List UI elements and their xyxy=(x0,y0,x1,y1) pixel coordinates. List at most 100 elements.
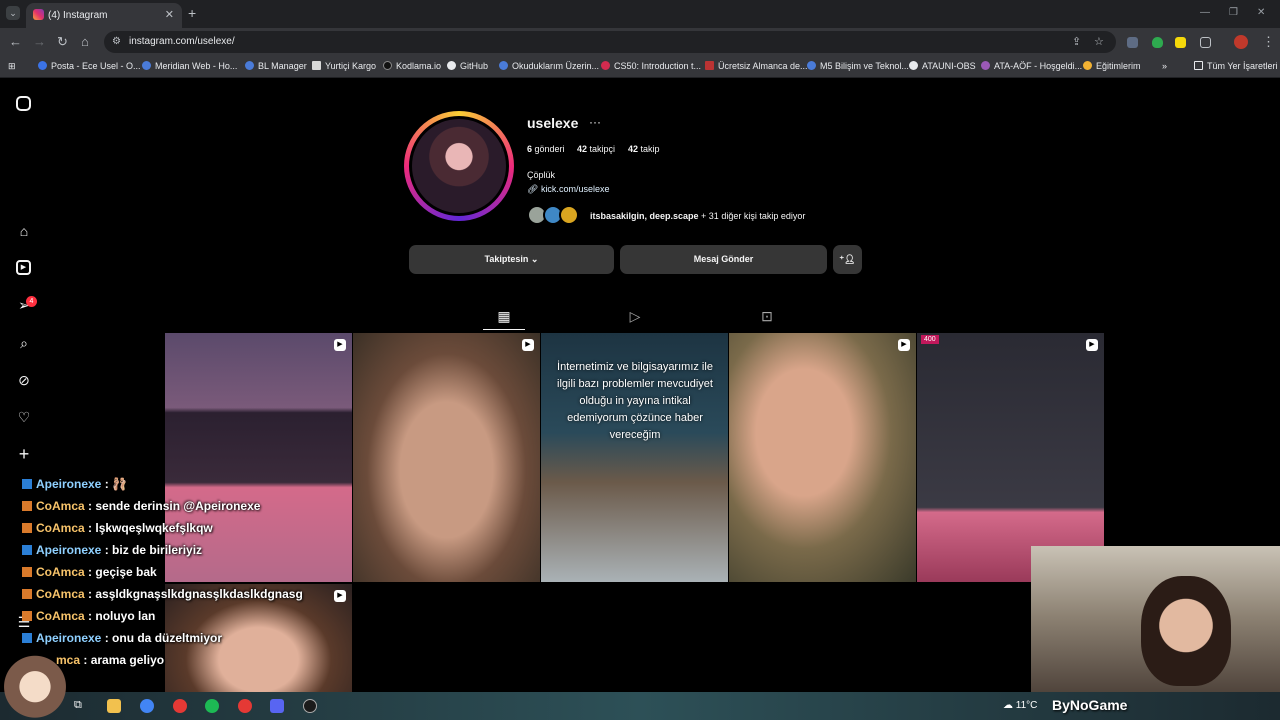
profile-avatar-icon[interactable] xyxy=(1234,35,1248,49)
bookmark-item[interactable]: CS50: Introduction t... xyxy=(601,61,701,71)
follower-avatar xyxy=(559,205,579,225)
chat-message: CoAmca : geçişe bak xyxy=(22,565,157,579)
instagram-logo-icon[interactable] xyxy=(16,96,31,111)
chrome-icon[interactable] xyxy=(140,699,154,713)
post-thumbnail[interactable]: İnternetimiz ve bilgisayarımız ile ilgil… xyxy=(541,333,728,582)
bookmark-item[interactable]: Meridian Web - Ho... xyxy=(142,61,237,71)
tagged-tab-icon[interactable]: ⊡ xyxy=(759,308,775,324)
bookmark-favicon-icon xyxy=(1083,61,1092,70)
all-bookmarks-folder[interactable]: Tüm Yer İşaretleri xyxy=(1194,61,1278,71)
adblock-shield-icon[interactable] xyxy=(1152,37,1163,48)
weather-widget[interactable]: ☁ 11°C xyxy=(1003,700,1037,711)
tab-search-icon[interactable]: ⌄ xyxy=(6,6,20,20)
posts-grid-tab-icon[interactable]: ▦ xyxy=(496,308,512,324)
new-tab-button[interactable]: + xyxy=(188,5,196,21)
apps-grid-icon[interactable]: ⊞ xyxy=(8,61,16,72)
explore-compass-icon[interactable]: ⊘ xyxy=(16,372,32,388)
file-explorer-icon[interactable] xyxy=(107,699,121,713)
task-view-icon[interactable]: ⧉ xyxy=(74,699,88,713)
extension-icon[interactable] xyxy=(1127,37,1138,48)
bookmark-favicon-icon xyxy=(499,61,508,70)
profile-bio: Çöplük xyxy=(527,170,556,180)
bookmark-favicon-icon xyxy=(981,61,990,70)
chat-message: CoAmca : lşkwqeşlwqkefşlkqw xyxy=(22,521,213,535)
app-icon[interactable] xyxy=(173,699,187,713)
obs-icon[interactable] xyxy=(303,699,317,713)
followed-by-text[interactable]: itsbasakilgin, deep.scape + 31 diğer kiş… xyxy=(590,211,805,221)
reload-icon[interactable]: ↻ xyxy=(57,34,68,50)
bookmark-favicon-icon xyxy=(142,61,151,70)
bookmark-favicon-icon xyxy=(807,61,816,70)
bookmark-item[interactable]: BL Manager xyxy=(245,61,307,71)
bookmark-item[interactable]: M5 Bilişim ve Teknol... xyxy=(807,61,909,71)
following-button[interactable]: Takiptesin ⌄ xyxy=(409,245,614,274)
minimize-icon[interactable]: — xyxy=(1200,7,1210,18)
followers-stat[interactable]: 42 takipçi xyxy=(577,144,615,154)
install-app-icon[interactable]: ⇪ xyxy=(1072,35,1081,48)
instagram-favicon-icon xyxy=(33,9,44,20)
post-thumbnail[interactable]: ▶ xyxy=(729,333,916,582)
bookmark-star-icon[interactable]: ☆ xyxy=(1094,35,1104,48)
bookmark-favicon-icon xyxy=(909,61,918,70)
github-icon xyxy=(447,61,456,70)
home-icon[interactable]: ⌂ xyxy=(81,34,89,49)
bookmark-favicon-icon xyxy=(383,61,392,70)
bookmark-item[interactable]: ATA-AÖF - Hoşgeldi... xyxy=(981,61,1082,71)
bookmark-item[interactable]: ATAUNI-OBS xyxy=(909,61,976,71)
close-tab-icon[interactable]: ✕ xyxy=(165,8,174,21)
bookmark-item[interactable]: Posta - Ece Usel - O... xyxy=(38,61,141,71)
restore-icon[interactable]: ❐ xyxy=(1229,7,1238,18)
following-stat[interactable]: 42 takip xyxy=(628,144,660,154)
post-thumbnail[interactable]: ▶ xyxy=(353,333,540,582)
bookmark-favicon-icon xyxy=(312,61,321,70)
extensions-puzzle-icon[interactable] xyxy=(1200,37,1211,48)
bookmark-item[interactable]: Ücretsiz Almanca de... xyxy=(705,61,808,71)
bookmark-item[interactable]: Eğitimlerim xyxy=(1083,61,1141,71)
folder-icon xyxy=(1194,61,1203,70)
bookmark-item[interactable]: Okuduklarım Üzerin... xyxy=(499,61,599,71)
link-icon: 🔗︎ xyxy=(527,184,541,194)
reels-tab-icon[interactable]: ▷ xyxy=(627,308,643,324)
channel-watermark: ByNoGame xyxy=(1052,697,1128,713)
bookmark-item[interactable]: Kodlama.io xyxy=(383,61,441,71)
bookmark-item[interactable]: Yurtiçi Kargo xyxy=(312,61,376,71)
active-tab-indicator xyxy=(483,329,525,330)
bookmark-favicon-icon xyxy=(705,61,714,70)
more-bookmarks-icon[interactable]: » xyxy=(1162,61,1167,71)
bookmark-item[interactable]: GitHub xyxy=(447,61,488,71)
send-message-button[interactable]: Mesaj Gönder xyxy=(620,245,827,274)
notifications-heart-icon[interactable]: ♡ xyxy=(16,409,32,425)
posts-stat: 6 gönderi xyxy=(527,144,565,154)
url-text[interactable]: instagram.com/uselexe/ xyxy=(129,36,235,47)
profile-avatar[interactable] xyxy=(404,111,514,221)
close-window-icon[interactable]: ✕ xyxy=(1257,7,1265,18)
home-icon[interactable]: ⌂ xyxy=(16,223,32,239)
post-overlay-text: İnternetimiz ve bilgisayarımız ile ilgil… xyxy=(557,361,713,441)
reels-icon[interactable]: ▶ xyxy=(16,260,31,275)
app-icon-3[interactable] xyxy=(270,699,284,713)
search-icon[interactable]: ⌕ xyxy=(16,335,32,351)
bookmark-favicon-icon xyxy=(38,61,47,70)
create-plus-icon[interactable]: + xyxy=(16,445,32,463)
browser-menu-icon[interactable]: ⋮ xyxy=(1262,34,1275,50)
bookmarks-bar: ⊞ Posta - Ece Usel - O... Meridian Web -… xyxy=(0,56,1280,78)
extension-icon-2[interactable] xyxy=(1175,37,1186,48)
chat-badge-icon xyxy=(22,545,32,555)
bookmark-favicon-icon xyxy=(245,61,254,70)
browser-tab[interactable]: (4) Instagram ✕ xyxy=(26,3,182,28)
profile-link[interactable]: 🔗︎ kick.com/uselexe xyxy=(527,184,609,195)
site-info-icon[interactable]: ⚙ xyxy=(112,36,121,47)
add-user-icon[interactable]: ⁺👤︎ xyxy=(833,245,862,274)
forward-icon[interactable]: → xyxy=(33,34,46,49)
app-icon-2[interactable] xyxy=(238,699,252,713)
profile-photo xyxy=(409,116,509,216)
chat-badge-icon xyxy=(22,633,32,643)
chat-message: CoAmca : noluyo lan xyxy=(22,609,155,623)
chat-message: mca : arama geliyo xyxy=(56,653,165,667)
spotify-icon[interactable] xyxy=(205,699,219,713)
back-icon[interactable]: ← xyxy=(9,34,22,49)
post-tag: 400 xyxy=(921,335,939,344)
address-bar[interactable]: ⚙ instagram.com/uselexe/ ⇪ ☆ xyxy=(104,31,1116,53)
options-dots-icon[interactable]: ··· xyxy=(589,115,601,129)
post-thumbnail[interactable]: 400 ▶ xyxy=(917,333,1104,582)
